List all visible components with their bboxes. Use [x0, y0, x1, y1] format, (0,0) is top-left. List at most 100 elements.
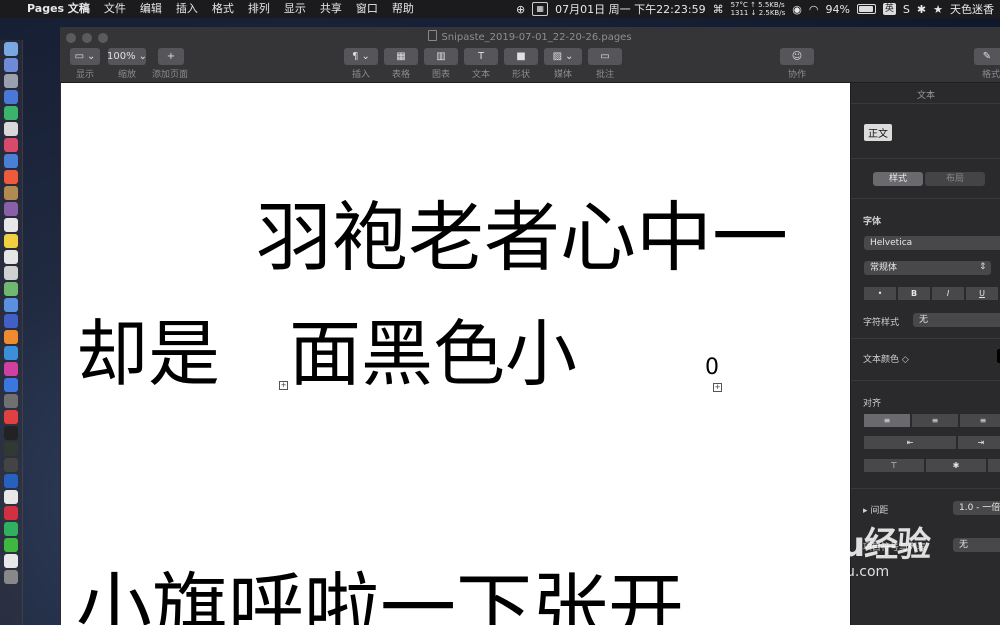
bold-button[interactable]: B	[898, 287, 930, 300]
table-button[interactable]: ▦	[384, 48, 418, 65]
menu-share[interactable]: 共享	[313, 0, 349, 18]
notes-icon[interactable]	[4, 234, 18, 248]
stepper-icon[interactable]: ⇕	[979, 262, 987, 272]
align-bottom-button[interactable]: ⊥	[988, 459, 1000, 472]
app-icon-8[interactable]	[4, 282, 18, 296]
bullets-select[interactable]: 无	[953, 538, 1000, 552]
wifi-icon[interactable]: ◠	[809, 3, 819, 16]
toolbar-view[interactable]: ▭ ⌄ 显示	[70, 48, 100, 80]
battery-icon[interactable]	[856, 4, 876, 14]
star-icon[interactable]: ★	[933, 3, 943, 16]
menu-view[interactable]: 显示	[277, 0, 313, 18]
chart-button[interactable]: ▥	[424, 48, 458, 65]
plus-box-icon[interactable]: +	[713, 383, 722, 392]
app-icon-13[interactable]	[4, 538, 18, 552]
app-icon-4[interactable]	[4, 186, 18, 200]
app-icon-2[interactable]	[4, 138, 18, 152]
tab-layout[interactable]: 布局	[925, 172, 985, 186]
pages-icon[interactable]	[4, 330, 18, 344]
spacing-toggle[interactable]: ▸ 间距	[863, 503, 888, 516]
toolbar-media[interactable]: ▨ ⌄ 媒体	[544, 48, 582, 80]
align-center-button[interactable]: ≡	[912, 414, 958, 427]
toolbar-comment[interactable]: ▭ 批注	[588, 48, 622, 80]
settings-icon[interactable]	[4, 394, 18, 408]
app-icon-7[interactable]	[4, 266, 18, 280]
insert-button[interactable]: ¶ ⌄	[344, 48, 378, 65]
app-icon-10[interactable]	[4, 314, 18, 328]
font-family-select[interactable]: Helvetica	[864, 236, 1000, 250]
toolbar-text[interactable]: T 文本	[464, 48, 498, 80]
safari-icon[interactable]	[4, 90, 18, 104]
toolbar-chart[interactable]: ▥ 图表	[424, 48, 458, 80]
menu-edit[interactable]: 编辑	[133, 0, 169, 18]
format-button[interactable]: ✎	[974, 48, 1000, 65]
menu-help[interactable]: 帮助	[385, 0, 421, 18]
activity-icon[interactable]	[4, 442, 18, 456]
app-icon-12[interactable]	[4, 506, 18, 520]
app-icon-11[interactable]	[4, 458, 18, 472]
vivaldi-icon[interactable]	[4, 410, 18, 424]
comment-button[interactable]: ▭	[588, 48, 622, 65]
menu-clock[interactable]: 07月01日 周一 下午22:23:59	[555, 1, 705, 17]
eye-icon[interactable]: ◉	[792, 3, 802, 16]
chrome-icon[interactable]	[4, 170, 18, 184]
collaborate-button[interactable]: ☺	[780, 48, 814, 65]
doc-zero[interactable]: 0	[705, 357, 719, 379]
trash-icon[interactable]	[4, 570, 18, 584]
wechat-icon[interactable]	[4, 522, 18, 536]
decrease-indent-button[interactable]: ⇤	[864, 436, 956, 449]
toolbar-format[interactable]: ✎ 格式	[974, 48, 1000, 80]
document-icon[interactable]	[4, 554, 18, 568]
app-icon-3[interactable]	[4, 154, 18, 168]
more-styles-button[interactable]: •	[864, 287, 896, 300]
toolbar-table[interactable]: ▦ 表格	[384, 48, 418, 80]
italic-button[interactable]: I	[932, 287, 964, 300]
globe-icon[interactable]: ⊕	[516, 3, 525, 16]
app-store-icon[interactable]	[4, 378, 18, 392]
toolbar-shape[interactable]: ■ 形状	[504, 48, 538, 80]
snip-icon[interactable]: S	[903, 3, 910, 16]
app-icon-5[interactable]	[4, 202, 18, 216]
doc-line-3[interactable]: 小旗呼啦一下张开	[76, 571, 684, 625]
network-monitor[interactable]: 57°C ↑ 5.5KB/s 1311 ↓ 2.5KB/s	[731, 1, 786, 17]
view-button[interactable]: ▭ ⌄	[70, 48, 100, 65]
vpn-icon[interactable]	[4, 474, 18, 488]
siri-icon[interactable]	[4, 58, 18, 72]
menu-arrange[interactable]: 排列	[241, 0, 277, 18]
toolbar-add-page[interactable]: + 添加页面	[152, 48, 188, 80]
terminal-icon[interactable]	[4, 426, 18, 440]
doc-line-1[interactable]: 羽袍老者心中一	[256, 200, 788, 276]
paragraph-style-button[interactable]: 正文	[864, 124, 892, 141]
input-method[interactable]: 英	[882, 3, 896, 15]
battery-percent[interactable]: 94%	[825, 3, 849, 16]
app-icon-6[interactable]	[4, 250, 18, 264]
yandex-icon[interactable]	[4, 490, 18, 504]
char-style-select[interactable]: 无	[913, 313, 1000, 327]
app-icon-1[interactable]	[4, 122, 18, 136]
app-grid-icon[interactable]: ⌘	[713, 3, 724, 16]
align-middle-button[interactable]: ✱	[926, 459, 986, 472]
app-menu-pages[interactable]: Pages 文稿	[20, 0, 97, 18]
media-button[interactable]: ▨ ⌄	[544, 48, 582, 65]
increase-indent-button[interactable]: ⇥	[958, 436, 1000, 449]
menu-insert[interactable]: 插入	[169, 0, 205, 18]
spacing-select[interactable]: 1.0 - 一倍	[953, 501, 1000, 515]
keynote-icon[interactable]	[4, 346, 18, 360]
menu-window[interactable]: 窗口	[349, 0, 385, 18]
calendar-dock-icon[interactable]	[4, 218, 18, 232]
add-page-button[interactable]: +	[158, 48, 184, 65]
document-canvas[interactable]: 羽袍老者心中一 却是 面黑色小 + 0 + 小旗呼啦一下张开	[61, 83, 850, 625]
inspector-tab-text[interactable]: 文本	[851, 88, 1000, 101]
bluetooth-icon[interactable]: ✱	[917, 3, 926, 16]
android-icon[interactable]	[4, 106, 18, 120]
underline-button[interactable]: U	[966, 287, 998, 300]
zoom-button[interactable]: 100% ⌄	[107, 48, 147, 65]
align-top-button[interactable]: ⊤	[864, 459, 924, 472]
toolbar-insert[interactable]: ¶ ⌄ 插入	[344, 48, 378, 80]
plus-box-icon[interactable]: +	[279, 381, 288, 390]
align-right-button[interactable]: ≡	[960, 414, 1000, 427]
text-button[interactable]: T	[464, 48, 498, 65]
menu-format[interactable]: 格式	[205, 0, 241, 18]
launchpad-icon[interactable]	[4, 74, 18, 88]
font-weight-select[interactable]: 常规体	[864, 261, 991, 275]
